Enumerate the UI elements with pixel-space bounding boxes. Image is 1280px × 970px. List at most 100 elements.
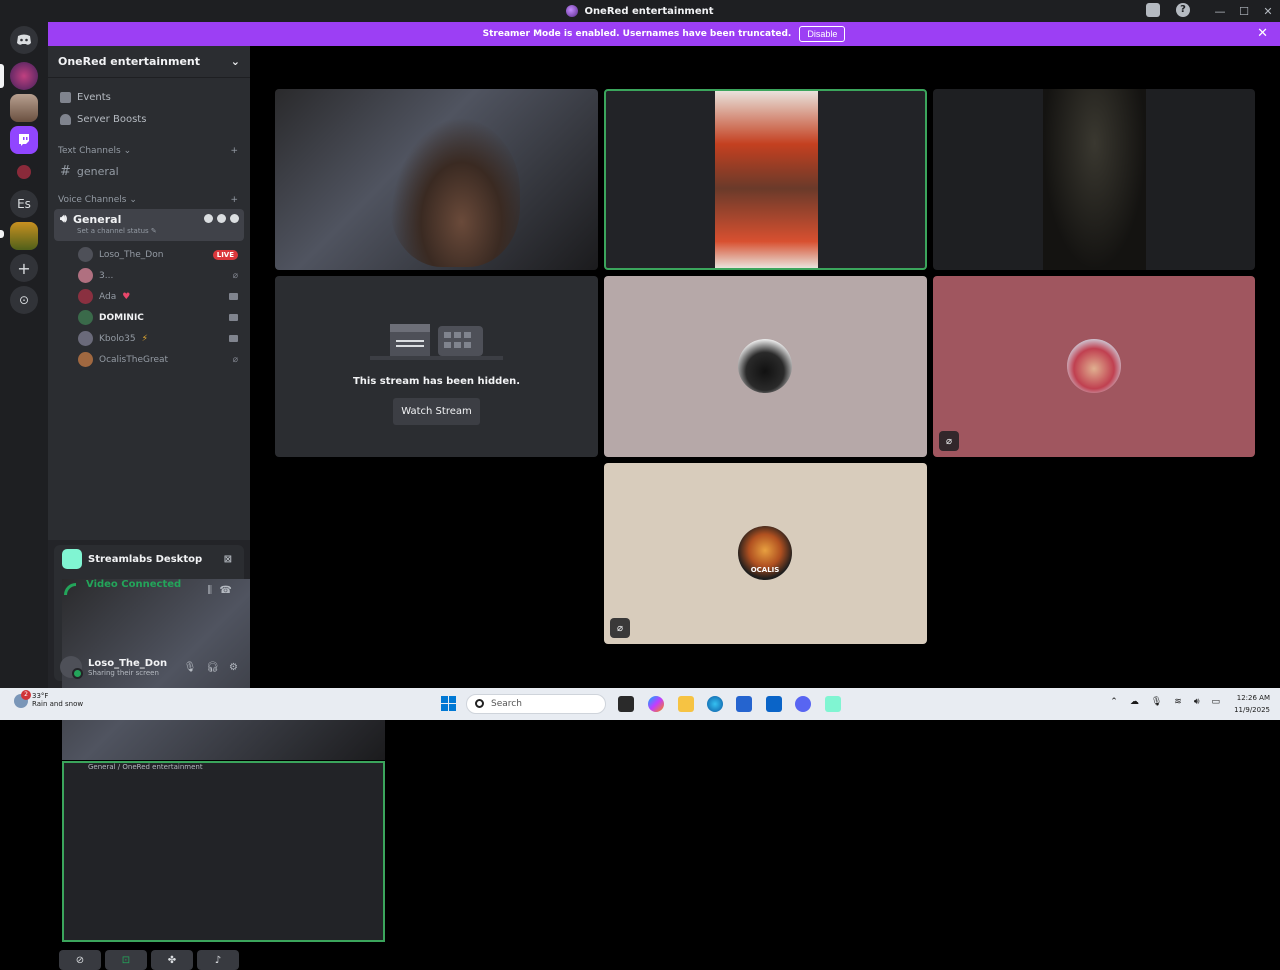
voice-user[interactable]: Loso_The_Don LIVE xyxy=(48,244,250,265)
wifi-icon[interactable]: ≋ xyxy=(1174,697,1182,707)
copilot-icon[interactable] xyxy=(648,696,664,712)
server-es[interactable]: Es xyxy=(10,190,38,218)
chat-icon[interactable] xyxy=(204,214,213,223)
server-header[interactable]: OneRed entertainment ⌄ xyxy=(48,46,250,78)
help-icon[interactable]: ? xyxy=(1176,3,1190,17)
volume-icon[interactable]: 🔊︎ xyxy=(1194,697,1200,707)
voice-channel-general[interactable]: 🔊︎ General Set a channel status ✎ xyxy=(54,209,244,241)
discord-taskbar-icon[interactable] xyxy=(795,696,811,712)
outlook-icon[interactable] xyxy=(766,696,782,712)
settings-gear-icon[interactable] xyxy=(230,214,239,223)
muted-icon: ⌀ xyxy=(610,618,630,638)
video-tile[interactable] xyxy=(604,276,927,457)
inbox-icon[interactable] xyxy=(1146,3,1160,17)
store-icon[interactable] xyxy=(736,696,752,712)
disable-streamer-mode-button[interactable]: Disable xyxy=(799,26,846,42)
avatar xyxy=(78,331,93,346)
streamlabs-icon xyxy=(62,549,82,569)
soundboard-button[interactable]: ♪ xyxy=(197,950,239,970)
video-feed xyxy=(390,117,520,267)
discover-icon[interactable]: ⊙ xyxy=(10,286,38,314)
activity-row: Streamlabs Desktop ⊠ xyxy=(54,545,244,573)
screen-share-button[interactable]: ⊡ xyxy=(105,950,147,970)
avatar xyxy=(78,352,93,367)
server-rail: Es + ⊙ xyxy=(0,22,48,688)
unread-pill xyxy=(0,230,4,238)
text-channels-category[interactable]: Text Channels ⌄ + xyxy=(48,142,250,160)
voice-user[interactable]: DOMINIC xyxy=(48,307,250,328)
nav-server-boosts[interactable]: Server Boosts xyxy=(48,108,250,130)
voice-user[interactable]: Kbolo35 ⚡ xyxy=(48,328,250,349)
hidden-stream-title: This stream has been hidden. xyxy=(352,376,521,387)
video-feed xyxy=(1043,89,1146,270)
battery-icon[interactable]: ▭ xyxy=(1211,697,1220,707)
mic-tray-icon[interactable]: 🎙︎ xyxy=(1151,697,1162,707)
edge-icon[interactable] xyxy=(707,696,723,712)
search-icon xyxy=(475,699,484,708)
nav-events[interactable]: Events xyxy=(48,86,250,108)
video-tile[interactable]: OCALIS ⌀ xyxy=(604,463,927,644)
call-controls: ⊘ ⊡ ✤ ♪ xyxy=(54,950,244,970)
muted-icon: ⌀ xyxy=(232,354,238,365)
watch-stream-button[interactable]: Watch Stream xyxy=(393,398,480,425)
hash-icon: # xyxy=(60,163,71,179)
calendar-icon xyxy=(60,91,71,103)
headphones-icon[interactable]: 🎧︎ xyxy=(206,662,219,673)
start-icon[interactable] xyxy=(441,696,456,711)
window-controls: — ☐ ✕ xyxy=(1208,0,1280,22)
channel-general-text[interactable]: # general xyxy=(48,160,250,182)
server-game[interactable] xyxy=(10,222,38,250)
camera-icon xyxy=(229,335,238,342)
video-tile[interactable]: ⌀ xyxy=(933,276,1255,457)
voice-user[interactable]: OcalisTheGreat ⌀ xyxy=(48,349,250,370)
server-twitch[interactable] xyxy=(10,126,38,154)
task-view-icon[interactable] xyxy=(618,696,634,712)
voice-channels-category[interactable]: Voice Channels ⌄ + xyxy=(48,191,250,209)
camera-icon xyxy=(229,314,238,321)
discord-home-icon[interactable] xyxy=(10,26,38,54)
voice-user[interactable]: Ada ♥ xyxy=(48,286,250,307)
streamlabs-taskbar-icon[interactable] xyxy=(825,696,841,712)
disconnect-icon[interactable]: ☎ xyxy=(220,585,232,596)
video-tile-speaking[interactable] xyxy=(604,89,927,270)
notification-badge: 2 xyxy=(21,690,31,700)
avatar[interactable] xyxy=(60,656,83,679)
activities-button[interactable]: ✤ xyxy=(151,950,193,970)
video-stage: This stream has been hidden. Watch Strea… xyxy=(250,46,1280,688)
video-tile[interactable] xyxy=(275,89,598,270)
taskbar-search[interactable]: Search xyxy=(466,694,606,714)
microphone-icon[interactable]: 🎙︎ xyxy=(184,662,197,673)
camera-off-button[interactable]: ⊘ xyxy=(59,950,101,970)
avatar xyxy=(78,310,93,325)
stop-activity-icon[interactable]: ⊠ xyxy=(224,554,232,565)
banner-text: Streamer Mode is enabled. Usernames have… xyxy=(482,29,792,39)
invite-icon[interactable] xyxy=(217,214,226,223)
chevron-up-icon[interactable]: ⌃ xyxy=(1110,697,1118,707)
add-voice-channel-icon[interactable]: + xyxy=(230,195,238,205)
server-spider[interactable] xyxy=(10,158,38,186)
user-info: Loso_The_Don Sharing their screen 🎙︎ 🎧︎ … xyxy=(48,648,250,686)
close-icon[interactable]: ✕ xyxy=(1256,5,1280,18)
video-tile[interactable] xyxy=(933,89,1255,270)
server-photo[interactable] xyxy=(10,94,38,122)
avatar xyxy=(78,268,93,283)
weather-widget[interactable]: 2 33°F Rain and snow xyxy=(14,690,83,708)
avatar xyxy=(78,247,93,262)
voice-user[interactable]: 3... ⌀ xyxy=(48,265,250,286)
minimize-icon[interactable]: — xyxy=(1208,5,1232,18)
noise-suppression-icon[interactable]: ⫼ xyxy=(207,585,212,596)
voice-status: Video Connected General / OneRed enterta… xyxy=(54,573,385,948)
cloud-icon[interactable]: ☁ xyxy=(1130,697,1139,707)
add-server-icon[interactable]: + xyxy=(10,254,38,282)
add-channel-icon[interactable]: + xyxy=(230,146,238,156)
file-explorer-icon[interactable] xyxy=(678,696,694,712)
titlebar-tools: ? xyxy=(1146,3,1190,17)
channel-status[interactable]: Set a channel status ✎ xyxy=(60,227,238,235)
maximize-icon[interactable]: ☐ xyxy=(1232,5,1256,18)
user-settings-icon[interactable]: ⚙ xyxy=(229,662,238,673)
hidden-stream-tile: This stream has been hidden. Watch Strea… xyxy=(275,276,598,457)
close-banner-icon[interactable]: ✕ xyxy=(1257,26,1268,41)
server-onered[interactable] xyxy=(10,62,38,90)
server-icon xyxy=(566,5,579,17)
clock[interactable]: 12:26 AM 11/9/2025 xyxy=(1234,692,1270,716)
